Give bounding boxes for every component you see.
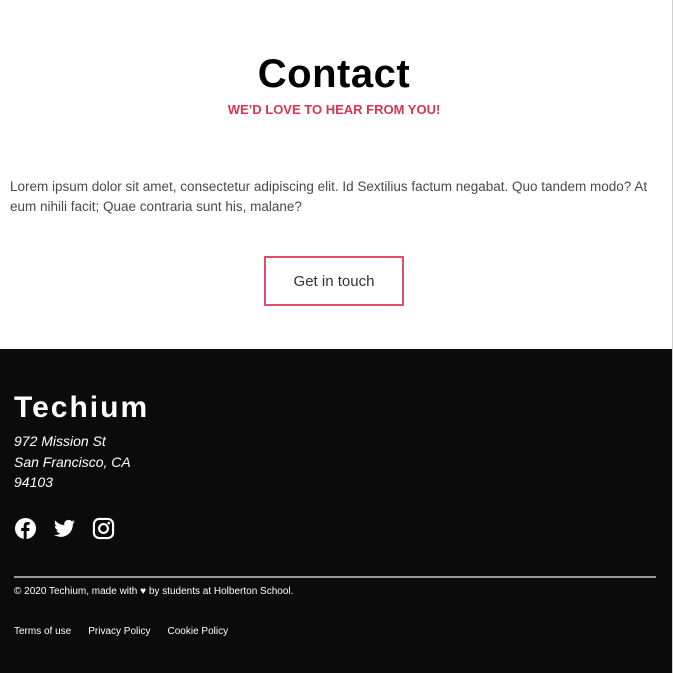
privacy-policy-link[interactable]: Privacy Policy — [88, 626, 150, 637]
social-links — [14, 517, 115, 540]
contact-title: Contact — [257, 52, 411, 96]
contact-subtitle: WE’D LOVE TO HEAR FROM YOU! — [227, 102, 441, 117]
footer-brand-logo: Techium — [14, 391, 150, 424]
copyright-text: © 2020 Techium, made with ♥ by students … — [14, 586, 294, 597]
address-street: 972 Mission St — [14, 433, 106, 449]
address-city: San Francisco, CA — [14, 453, 131, 470]
footer-address: 972 Mission St San Francisco, CA 94103 — [14, 431, 214, 493]
twitter-icon[interactable] — [53, 517, 76, 540]
footer-divider — [14, 576, 656, 578]
instagram-icon[interactable] — [92, 517, 115, 540]
contact-section: Contact WE’D LOVE TO HEAR FROM YOU! Lore… — [0, 0, 673, 349]
get-in-touch-button[interactable]: Get in touch — [264, 256, 404, 306]
terms-of-use-link[interactable]: Terms of use — [14, 626, 71, 637]
cookie-policy-link[interactable]: Cookie Policy — [168, 626, 229, 637]
facebook-icon[interactable] — [14, 517, 37, 540]
site-footer: Techium 972 Mission St San Francisco, CA… — [0, 349, 672, 673]
contact-description: Lorem ipsum dolor sit amet, consectetur … — [10, 179, 648, 214]
legal-links: Terms of use Privacy Policy Cookie Polic… — [14, 626, 228, 637]
address-zip: 94103 — [14, 474, 53, 490]
